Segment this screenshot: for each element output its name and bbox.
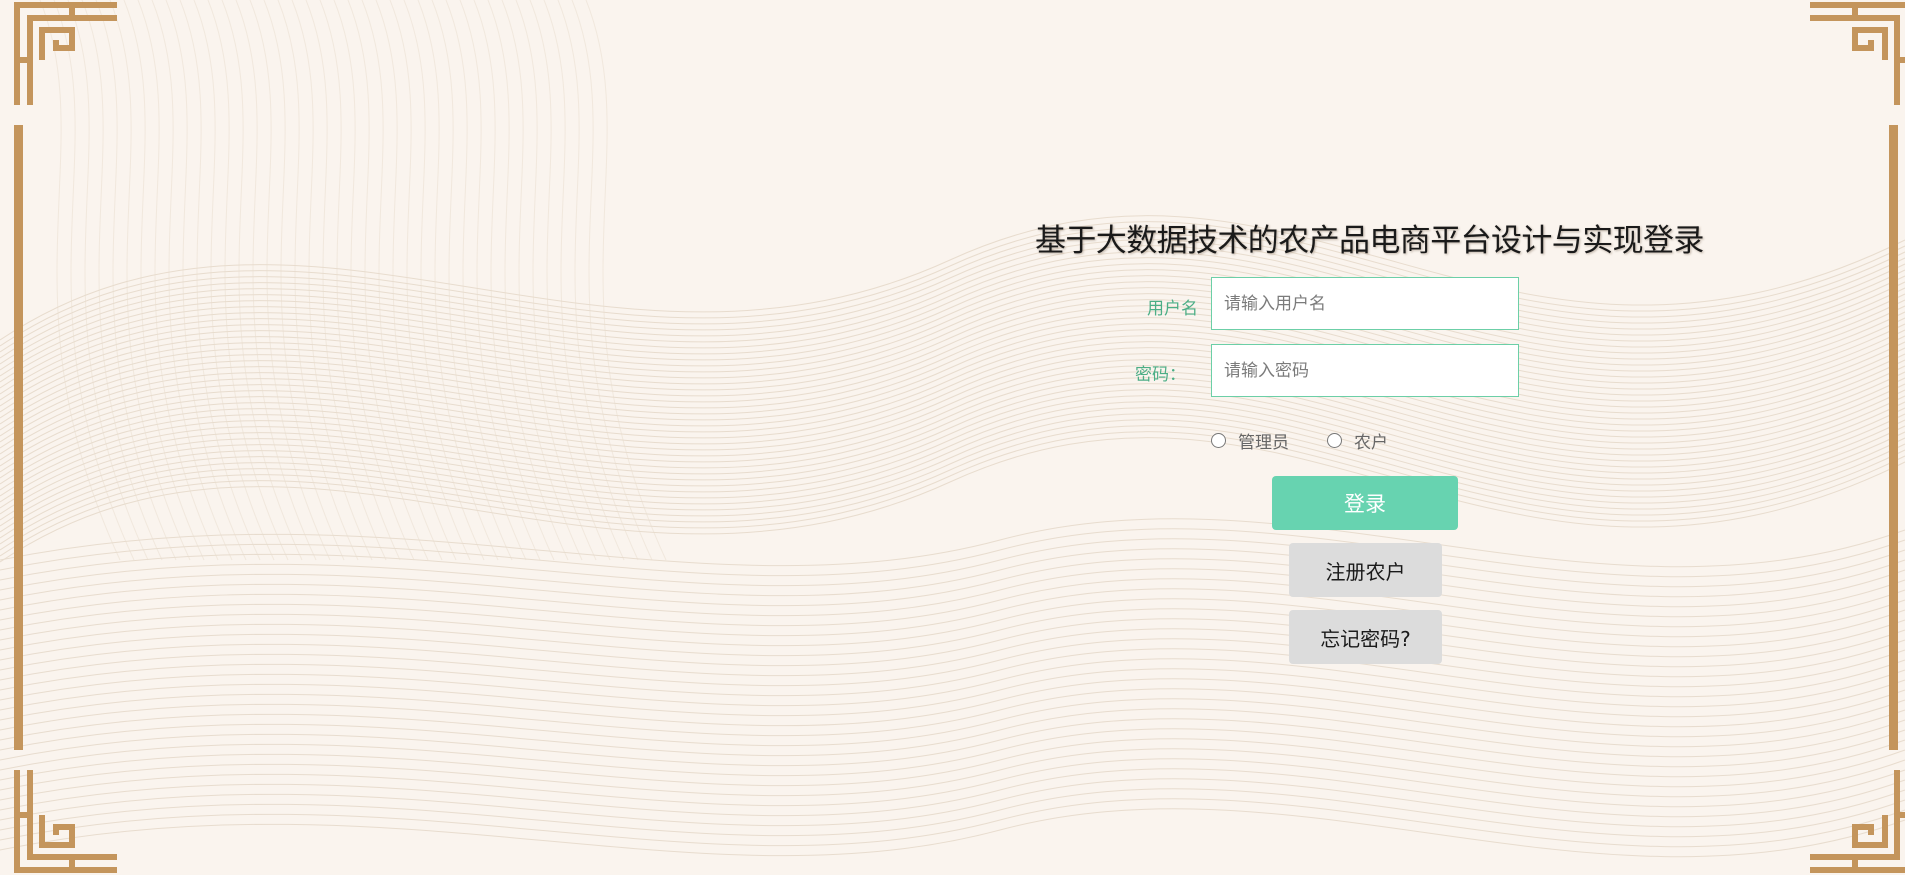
corner-ornament-bottom-left bbox=[14, 770, 117, 873]
corner-ornament-bottom-right bbox=[1810, 770, 1905, 873]
role-radio-group: 管理员 农户 bbox=[1211, 428, 1388, 453]
password-input[interactable] bbox=[1211, 344, 1519, 397]
username-label: 用户名 bbox=[1147, 299, 1198, 319]
role-option-admin[interactable]: 管理员 bbox=[1211, 428, 1289, 453]
radio-circle-icon[interactable] bbox=[1211, 433, 1226, 448]
page-title: 基于大数据技术的农产品电商平台设计与实现登录 bbox=[1035, 223, 1704, 259]
username-input[interactable] bbox=[1211, 277, 1519, 330]
password-label: 密码： bbox=[1135, 365, 1186, 385]
forgot-password-button[interactable]: 忘记密码? bbox=[1289, 610, 1442, 664]
login-button[interactable]: 登录 bbox=[1272, 476, 1458, 530]
frame-right-border bbox=[1889, 125, 1898, 750]
radio-circle-icon[interactable] bbox=[1327, 433, 1342, 448]
role-option-farmer[interactable]: 农户 bbox=[1327, 428, 1388, 453]
register-farmer-button[interactable]: 注册农户 bbox=[1289, 543, 1442, 597]
corner-ornament-top-left bbox=[14, 2, 117, 105]
role-label-admin: 管理员 bbox=[1238, 433, 1289, 453]
background-wave-pattern bbox=[0, 0, 1905, 858]
corner-ornament-top-right bbox=[1810, 2, 1905, 105]
role-label-farmer: 农户 bbox=[1354, 433, 1388, 453]
frame-left-border bbox=[14, 125, 23, 750]
